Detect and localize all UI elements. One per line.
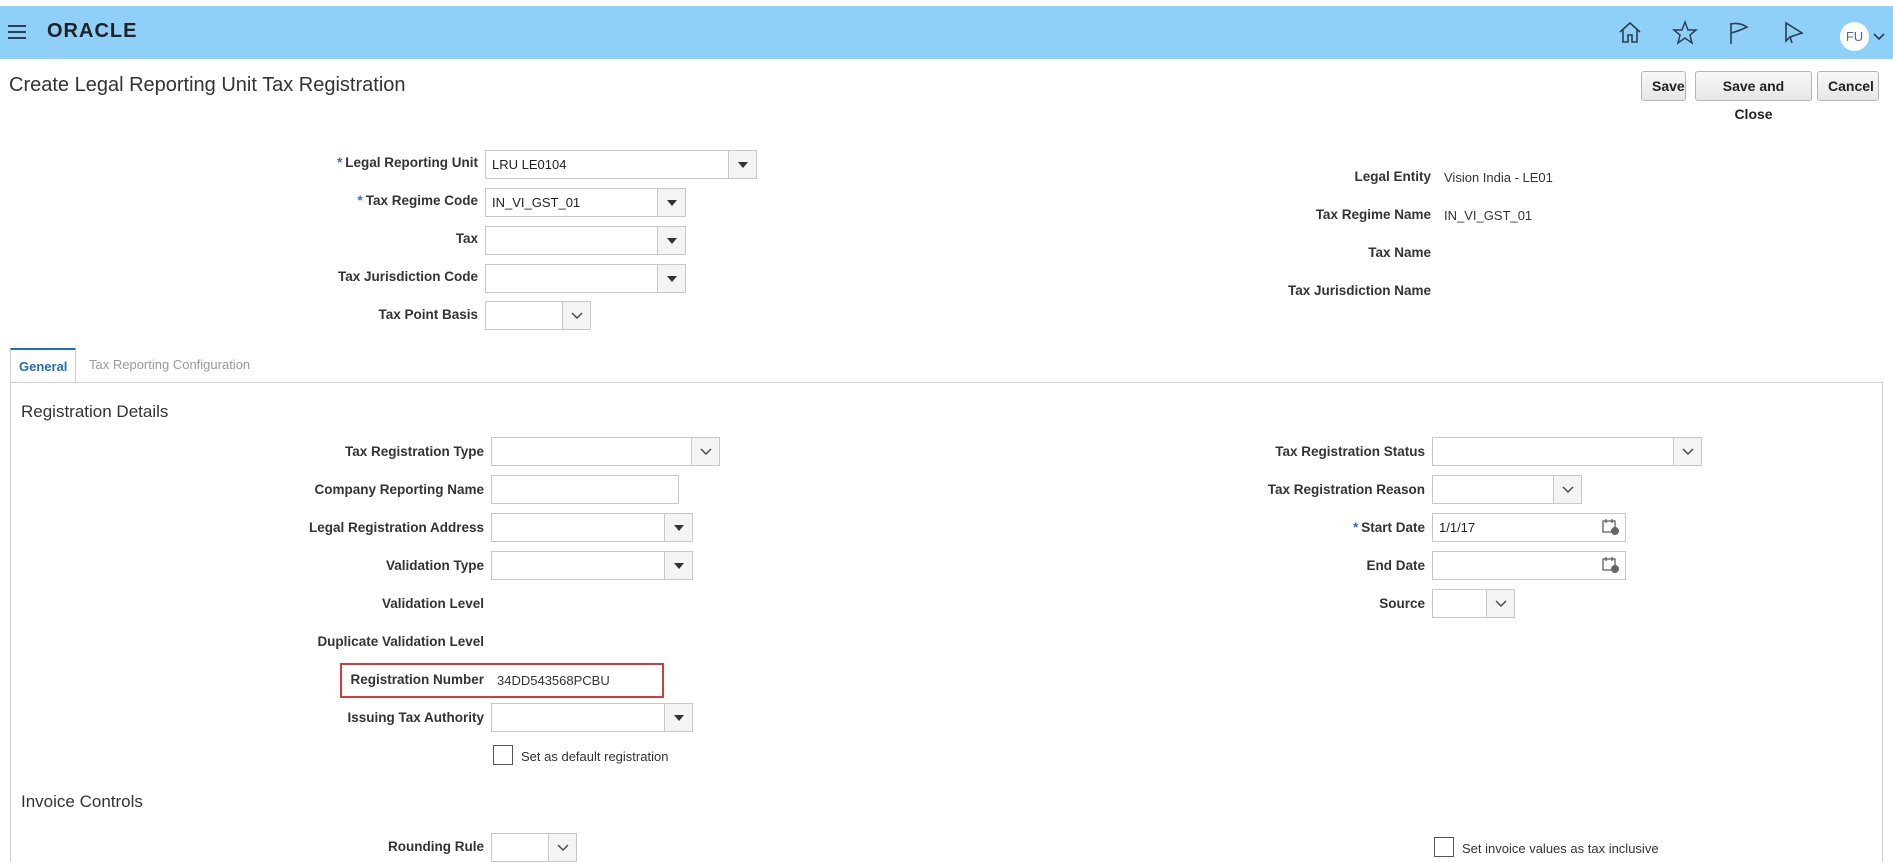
- calendar-icon[interactable]: [1601, 555, 1621, 575]
- dropdown-triangle-icon[interactable]: [664, 513, 693, 542]
- chevron-down-icon[interactable]: [1486, 589, 1515, 618]
- chevron-down-icon[interactable]: [548, 833, 577, 862]
- start-date-value: 1/1/17: [1439, 520, 1476, 535]
- tax-point-basis-label: Tax Point Basis: [378, 307, 478, 322]
- chevron-down-icon[interactable]: [691, 437, 720, 466]
- end-date-label: End Date: [1366, 558, 1425, 573]
- registration-number-label: Registration Number: [350, 672, 484, 687]
- star-icon[interactable]: [1671, 19, 1699, 47]
- dropdown-triangle-icon[interactable]: [728, 150, 757, 179]
- tax-registration-type-label: Tax Registration Type: [344, 444, 484, 459]
- company-reporting-name-input[interactable]: [491, 475, 679, 504]
- tax-registration-status-select[interactable]: [1432, 437, 1702, 466]
- home-icon[interactable]: [1616, 19, 1644, 47]
- duplicate-validation-level-label: Duplicate Validation Level: [317, 634, 484, 649]
- tax-regime-name-label: Tax Regime Name: [1315, 207, 1431, 222]
- cancel-button[interactable]: Cancel: [1817, 71, 1879, 101]
- tax-registration-reason-label: Tax Registration Reason: [1267, 482, 1425, 497]
- registration-number-input[interactable]: 34DD543568PCBU: [497, 673, 610, 688]
- avatar[interactable]: FU: [1840, 22, 1869, 51]
- registration-details-title: Registration Details: [21, 402, 169, 421]
- tax-name-label: Tax Name: [1368, 245, 1431, 260]
- menu-icon[interactable]: [8, 25, 26, 39]
- calendar-icon[interactable]: [1601, 517, 1621, 537]
- company-reporting-name-label: Company Reporting Name: [314, 482, 484, 497]
- global-header: ORACLE FU: [0, 6, 1893, 59]
- tax-regime-code-value: IN_VI_GST_01: [492, 195, 581, 210]
- tax-registration-type-select[interactable]: [491, 437, 720, 466]
- required-indicator: *: [357, 193, 363, 208]
- tax-inclusive-checkbox[interactable]: [1434, 837, 1454, 857]
- chevron-down-icon[interactable]: [1673, 437, 1702, 466]
- chevron-down-icon[interactable]: [562, 301, 591, 330]
- chevron-down-icon[interactable]: [1553, 475, 1582, 504]
- notification-icon[interactable]: [1780, 19, 1808, 47]
- source-label: Source: [1379, 596, 1425, 611]
- tax-regime-code-select[interactable]: IN_VI_GST_01: [485, 188, 686, 217]
- dropdown-triangle-icon[interactable]: [657, 188, 686, 217]
- tax-label: Tax: [455, 231, 478, 246]
- legal-reporting-unit-value: LRU LE0104: [492, 157, 567, 172]
- tax-select[interactable]: [485, 226, 686, 255]
- oracle-logo: ORACLE: [47, 20, 138, 42]
- tax-jurisdiction-code-label: Tax Jurisdiction Code: [337, 269, 478, 284]
- validation-type-select[interactable]: [491, 551, 693, 580]
- source-select[interactable]: [1432, 589, 1515, 618]
- dropdown-triangle-icon[interactable]: [664, 703, 693, 732]
- legal-reporting-unit-select[interactable]: LRU LE0104: [485, 150, 757, 179]
- issuing-tax-authority-select[interactable]: [491, 703, 693, 732]
- rounding-rule-select[interactable]: [491, 833, 577, 862]
- legal-entity-value: Vision India - LE01: [1444, 170, 1553, 185]
- save-and-close-button[interactable]: Save and Close: [1695, 71, 1812, 122]
- start-date-input[interactable]: 1/1/17: [1432, 513, 1626, 542]
- set-default-registration-label: Set as default registration: [521, 749, 669, 764]
- legal-registration-address-label: Legal Registration Address: [308, 520, 484, 535]
- legal-registration-address-select[interactable]: [491, 513, 693, 542]
- legal-reporting-unit-label: * Legal Reporting Unit: [336, 155, 478, 170]
- dropdown-triangle-icon[interactable]: [657, 226, 686, 255]
- flag-icon[interactable]: [1725, 19, 1753, 47]
- required-indicator: *: [336, 155, 343, 170]
- chevron-down-icon[interactable]: [1872, 30, 1886, 44]
- required-indicator: *: [1352, 520, 1359, 535]
- dropdown-triangle-icon[interactable]: [664, 551, 693, 580]
- tax-registration-reason-select[interactable]: [1432, 475, 1582, 504]
- start-date-label: * Start Date: [1352, 520, 1425, 535]
- save-button[interactable]: Save: [1641, 71, 1686, 101]
- validation-level-label: Validation Level: [381, 596, 484, 611]
- tax-registration-status-label: Tax Registration Status: [1275, 444, 1425, 459]
- set-default-registration-checkbox[interactable]: [493, 745, 513, 765]
- validation-type-label: Validation Type: [385, 558, 484, 573]
- end-date-input[interactable]: [1432, 551, 1626, 580]
- tax-inclusive-label: Set invoice values as tax inclusive: [1462, 841, 1659, 856]
- tax-regime-code-label: * Tax Regime Code: [357, 193, 478, 208]
- tax-point-basis-select[interactable]: [485, 301, 591, 330]
- legal-entity-label: Legal Entity: [1354, 169, 1431, 184]
- tax-jurisdiction-code-select[interactable]: [485, 264, 686, 293]
- tab-tax-reporting-configuration[interactable]: Tax Reporting Configuration: [89, 357, 250, 372]
- tax-jurisdiction-name-label: Tax Jurisdiction Name: [1287, 283, 1431, 298]
- page-title: Create Legal Reporting Unit Tax Registra…: [9, 74, 406, 96]
- rounding-rule-label: Rounding Rule: [388, 839, 484, 854]
- invoice-controls-title: Invoice Controls: [21, 792, 143, 811]
- tab-general[interactable]: General: [10, 348, 77, 383]
- tax-regime-name-value: IN_VI_GST_01: [1444, 208, 1533, 223]
- issuing-tax-authority-label: Issuing Tax Authority: [347, 710, 484, 725]
- dropdown-triangle-icon[interactable]: [657, 264, 686, 293]
